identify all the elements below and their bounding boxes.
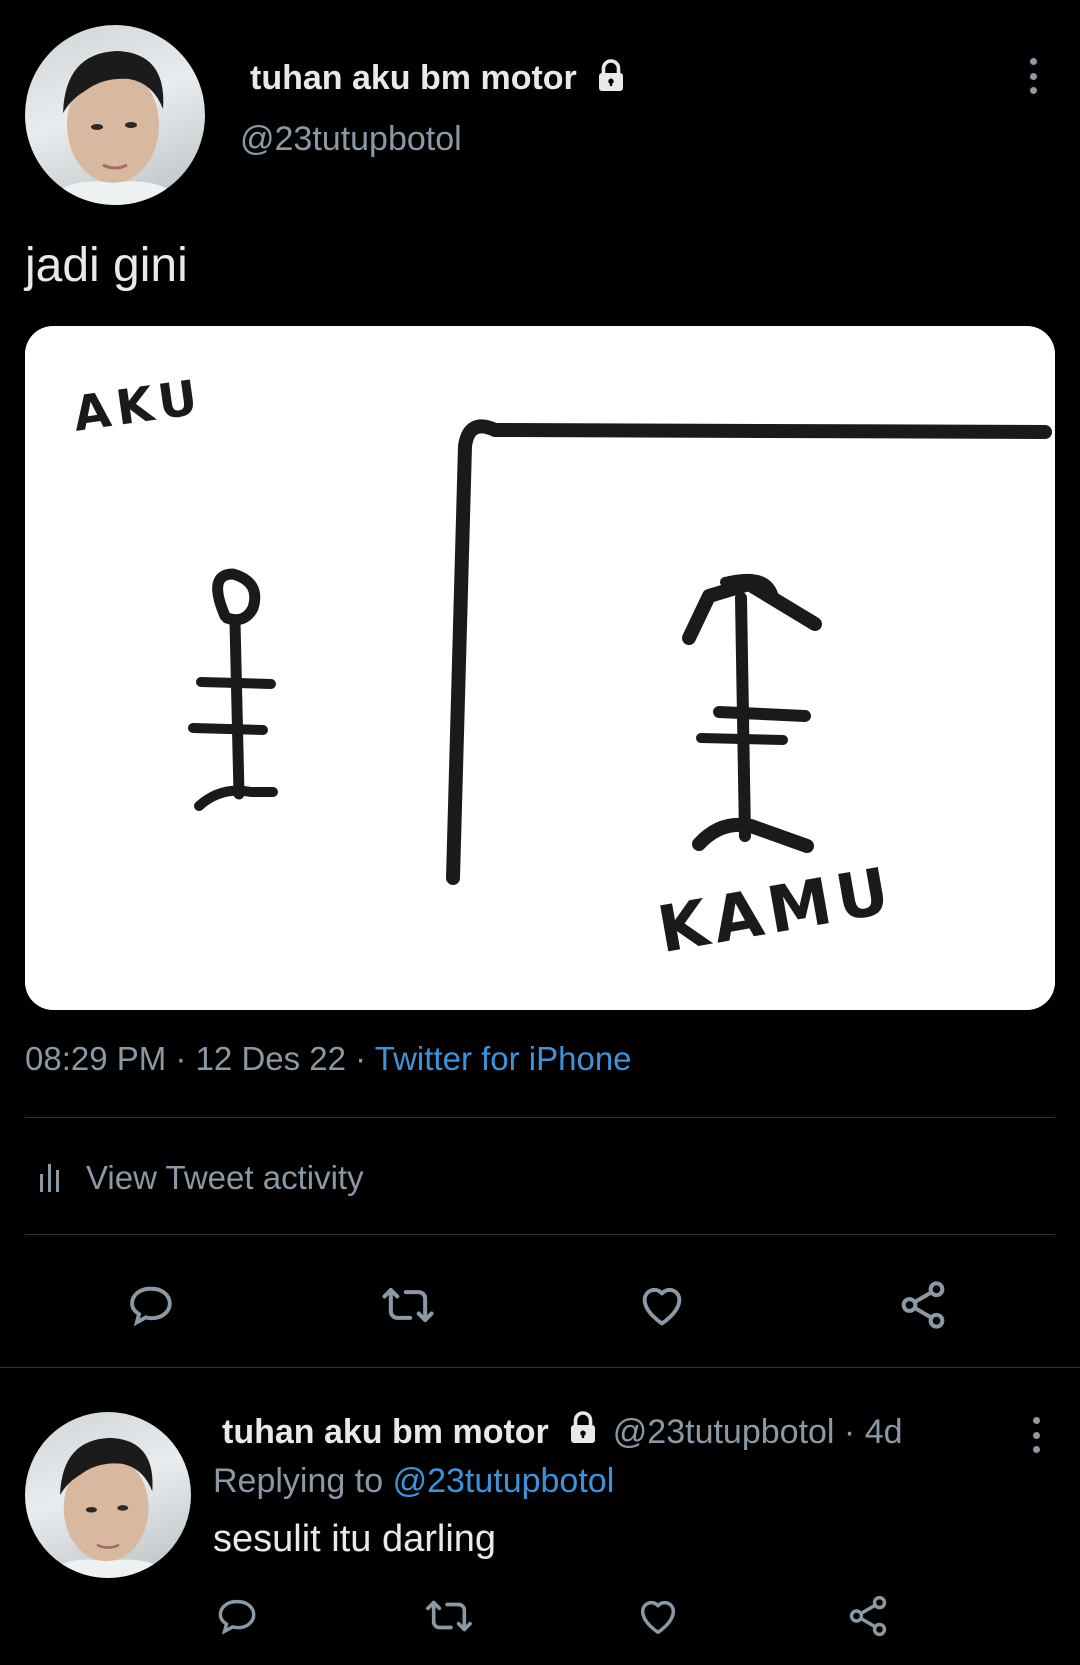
reply-author-avatar[interactable] (25, 1412, 191, 1578)
retweet-icon (426, 1600, 472, 1632)
replying-to: Replying to @23tutupbotol (213, 1462, 614, 1501)
author-name-row: tuhan aku bm motor (250, 56, 629, 100)
replying-to-handle-link[interactable]: @23tutupbotol (393, 1462, 615, 1500)
view-tweet-activity-label: View Tweet activity (86, 1159, 364, 1196)
reply-age: 4d (864, 1412, 903, 1451)
reply-button[interactable] (122, 1275, 182, 1335)
tweet-image[interactable]: AKU KAMU (25, 326, 1055, 1010)
divider-top (25, 1117, 1055, 1118)
tweet-text: jadi gini (25, 239, 188, 292)
view-tweet-activity[interactable]: View Tweet activity (38, 1158, 364, 1198)
author-display-name[interactable]: tuhan aku bm motor (250, 59, 577, 98)
divider-bottom (25, 1234, 1055, 1235)
reply-author-display-name[interactable]: tuhan aku bm motor (222, 1413, 549, 1452)
reply-more-options-button[interactable] (1029, 1417, 1043, 1453)
reply-retweet-button[interactable] (421, 1590, 477, 1642)
reply-like-button[interactable] (632, 1590, 684, 1642)
like-button[interactable] (632, 1275, 692, 1335)
more-icon (1032, 1417, 1040, 1424)
bar-chart-icon (38, 1160, 66, 1197)
tweet-time: 08:29 PM (25, 1040, 167, 1077)
retweet-icon (382, 1287, 434, 1323)
share-button[interactable] (893, 1275, 953, 1335)
tweet-meta: 08:29 PM · 12 Des 22 · Twitter for iPhon… (25, 1040, 632, 1077)
avatar-image (45, 51, 185, 205)
author-avatar[interactable] (25, 25, 205, 205)
reply-author-handle[interactable]: @23tutupbotol (613, 1413, 835, 1452)
more-icon (1029, 58, 1037, 65)
share-icon (849, 1595, 887, 1637)
like-icon (642, 1287, 682, 1326)
share-icon (901, 1281, 945, 1329)
retweet-button[interactable] (378, 1275, 438, 1335)
lock-icon (593, 58, 629, 99)
author-handle[interactable]: @23tutupbotol (240, 120, 462, 159)
reply-share-button[interactable] (842, 1590, 894, 1642)
more-options-button[interactable] (1026, 58, 1040, 94)
reply-text: sesulit itu darling (213, 1518, 497, 1560)
lock-icon (565, 1410, 601, 1455)
tweet-date: 12 Des 22 (195, 1040, 347, 1077)
reply-icon (130, 1286, 172, 1327)
thread-divider (0, 1367, 1080, 1368)
reply-header: tuhan aku bm motor @23tutupbotol · 4d (222, 1410, 903, 1454)
avatar-image (43, 1437, 173, 1578)
like-icon (640, 1600, 676, 1635)
reply-icon (218, 1599, 256, 1635)
replying-to-prefix: Replying to (213, 1462, 384, 1500)
reply-reply-button[interactable] (212, 1590, 264, 1642)
tweet-source-link[interactable]: Twitter for iPhone (375, 1040, 632, 1077)
drawing-illustration (188, 419, 1052, 885)
